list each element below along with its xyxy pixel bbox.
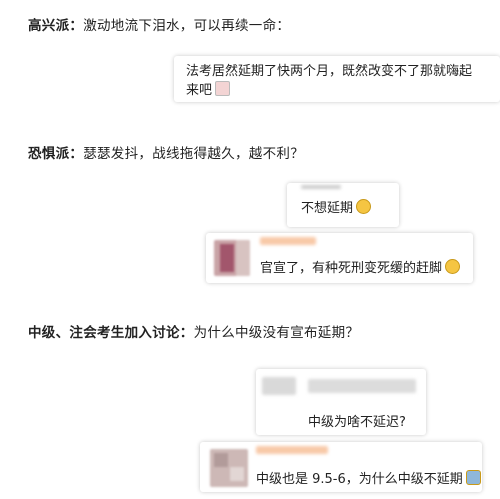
- comment-card-3: 官宣了，有种死刑变死缓的赶脚: [206, 233, 473, 283]
- blurred-avatar: [210, 449, 248, 487]
- section-label: 恐惧派：: [28, 146, 84, 162]
- comment-card-1: 法考居然延期了快两个月，既然改变不了那就嗨起 来吧: [174, 56, 500, 102]
- shrug-emoji-icon: [465, 470, 481, 485]
- blurred-username: [301, 185, 341, 189]
- blurred-avatar: [214, 240, 250, 276]
- section-heading-fear: 恐惧派：瑟瑟发抖，战线拖得越久，越不利？: [28, 142, 304, 162]
- comment-card-4: 中级为啥不延迟?: [256, 369, 426, 435]
- crying-emoji-icon: [356, 199, 372, 214]
- section-text: 激动地流下泪水，可以再续一命：: [83, 18, 291, 34]
- section-label: 高兴派：: [28, 18, 84, 34]
- laughing-emoji-icon: [445, 259, 461, 274]
- blurred-username: [308, 379, 416, 393]
- comment-text: 中级也是 9.5-6，为什么中级不延期: [256, 468, 481, 487]
- comment-text: 法考居然延期了快两个月，既然改变不了那就嗨起 来吧: [186, 64, 473, 98]
- comment-text: 官宣了，有种死刑变死缓的赶脚: [260, 257, 461, 276]
- section-text: 为什么中级没有宣布延期？: [193, 325, 360, 341]
- blurred-username: [260, 237, 316, 245]
- comment-card-5: 中级也是 9.5-6，为什么中级不延期: [200, 442, 482, 492]
- smile-emoji-icon: [215, 81, 231, 96]
- section-text: 瑟瑟发抖，战线拖得越久，越不利？: [83, 146, 305, 162]
- comment-text: 中级为啥不延迟?: [308, 415, 406, 430]
- section-heading-discussion: 中级、注会考生加入讨论：为什么中级没有宣布延期？: [28, 321, 359, 341]
- comment-text: 不想延期: [301, 197, 372, 216]
- blurred-username: [256, 446, 328, 454]
- section-label: 中级、注会考生加入讨论：: [28, 325, 194, 341]
- comment-card-2: 不想延期: [287, 183, 399, 227]
- section-heading-happy: 高兴派：激动地流下泪水，可以再续一命：: [28, 14, 290, 34]
- blurred-avatar: [262, 377, 296, 395]
